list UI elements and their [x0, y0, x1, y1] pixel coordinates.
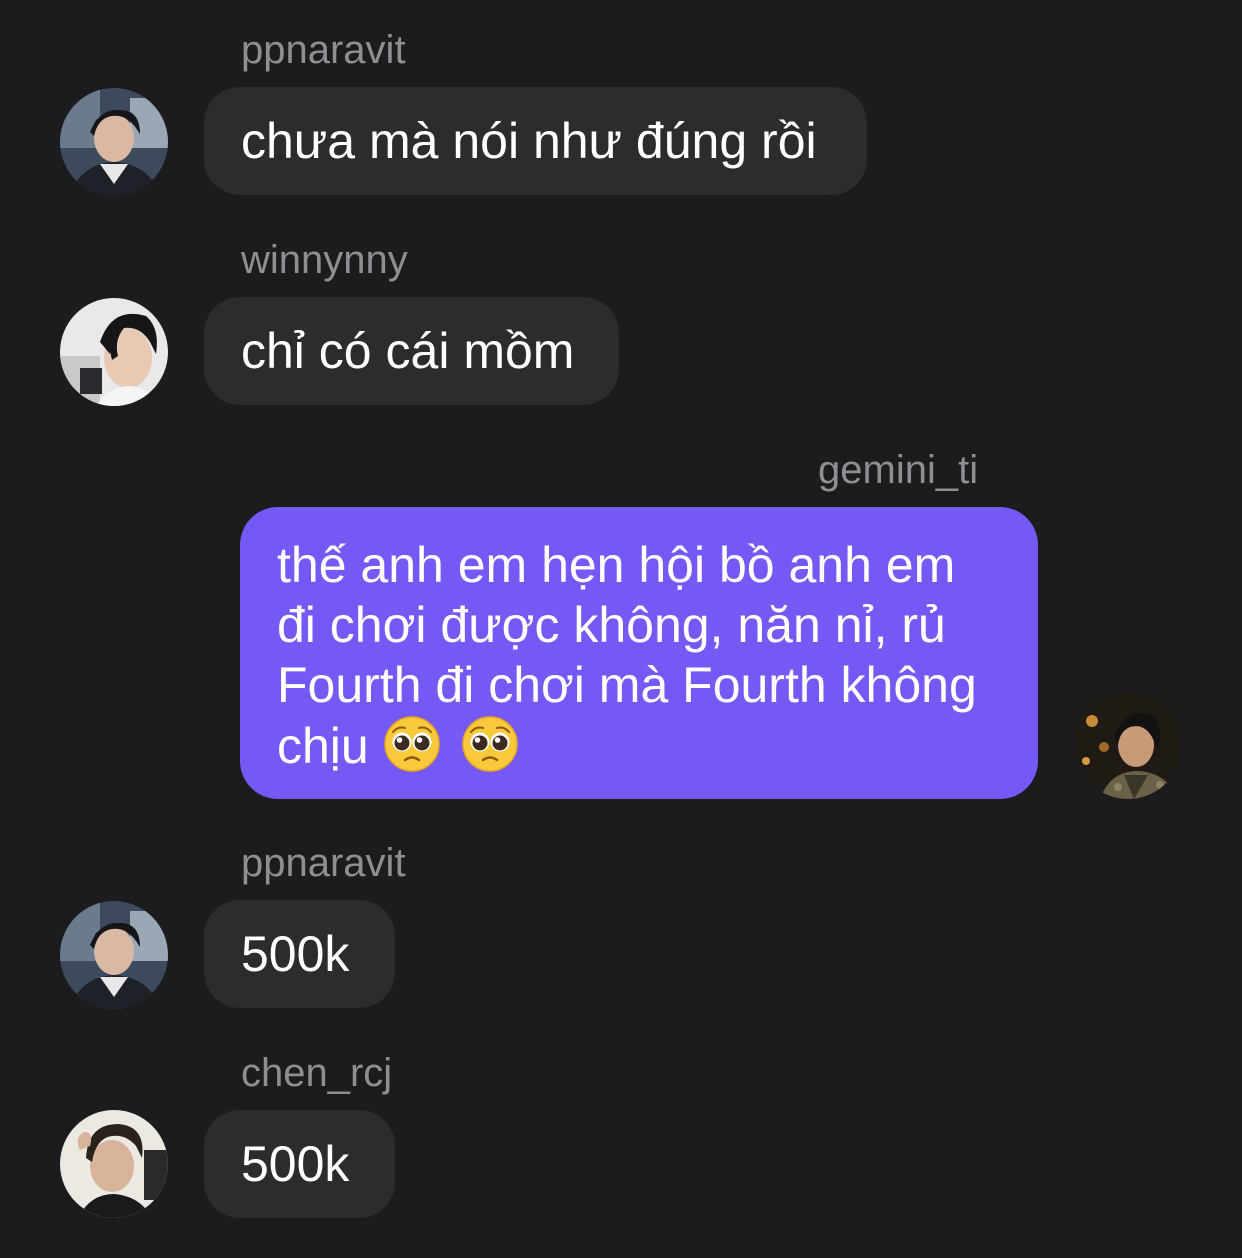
user-avatar[interactable]: [60, 901, 168, 1009]
message-username[interactable]: gemini_ti: [818, 446, 978, 494]
user-avatar[interactable]: [60, 88, 168, 196]
message-bubble[interactable]: 500k: [204, 900, 395, 1008]
message-username[interactable]: winnynny: [241, 236, 408, 284]
message-text: 500k: [241, 926, 350, 982]
user-avatar[interactable]: [1074, 691, 1182, 799]
message-text: chưa mà nói như đúng rồi: [241, 113, 817, 169]
message-username[interactable]: ppnaravit: [241, 839, 406, 887]
user-avatar[interactable]: [60, 1110, 168, 1218]
message-text: chỉ có cái mồm: [241, 323, 575, 379]
message-bubble[interactable]: 500k: [204, 1110, 395, 1218]
message-username[interactable]: chen_rcj: [241, 1049, 392, 1097]
user-avatar[interactable]: [60, 298, 168, 406]
message-bubble[interactable]: chưa mà nói như đúng rồi: [204, 87, 867, 195]
pleading-face-icon: [461, 715, 519, 773]
message-bubble[interactable]: thế anh em hẹn hội bồ anh em đi chơi đượ…: [240, 507, 1038, 799]
pleading-face-icon: [383, 715, 441, 773]
message-username[interactable]: ppnaravit: [241, 26, 406, 74]
message-bubble[interactable]: chỉ có cái mồm: [204, 297, 619, 405]
message-text: 500k: [241, 1136, 350, 1192]
